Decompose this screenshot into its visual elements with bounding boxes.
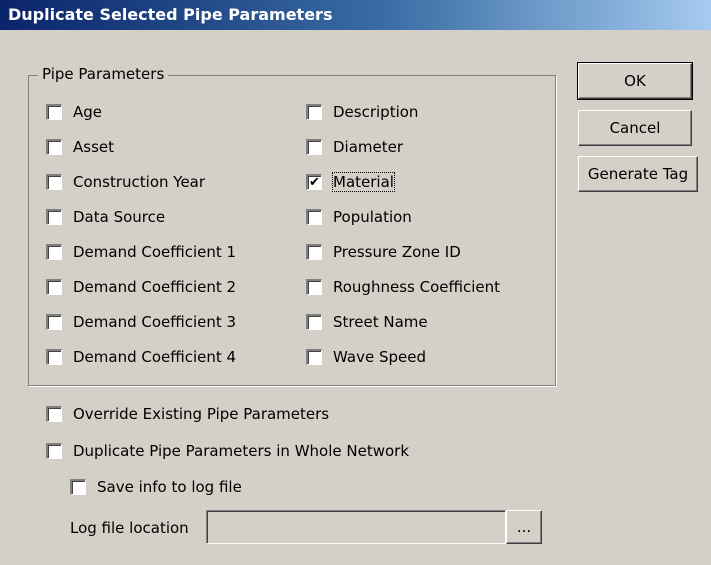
param-checkbox-demand-coefficient-1[interactable]: Demand Coefficient 1: [46, 241, 236, 263]
checkbox-box[interactable]: [306, 279, 322, 295]
save-log-checkbox[interactable]: Save info to log file: [70, 476, 242, 498]
param-label: Material: [332, 172, 395, 192]
browse-button[interactable]: ...: [506, 510, 542, 544]
param-label: Demand Coefficient 1: [73, 243, 237, 261]
pipe-parameters-group-label: Pipe Parameters: [38, 64, 169, 84]
checkbox-box[interactable]: [46, 104, 62, 120]
param-checkbox-construction-year[interactable]: Construction Year: [46, 171, 205, 193]
whole-network-checkbox[interactable]: Duplicate Pipe Parameters in Whole Netwo…: [46, 440, 409, 462]
checkbox-box[interactable]: [46, 209, 62, 225]
checkbox-box[interactable]: [306, 349, 322, 365]
checkbox-box[interactable]: [46, 244, 62, 260]
checkbox-box[interactable]: ✔: [306, 174, 322, 190]
dialog: Duplicate Selected Pipe Parameters Pipe …: [0, 0, 711, 565]
param-label: Construction Year: [73, 173, 206, 191]
checkbox-box[interactable]: [306, 104, 322, 120]
whole-network-label: Duplicate Pipe Parameters in Whole Netwo…: [73, 442, 410, 460]
log-file-location-label: Log file location: [70, 519, 189, 537]
param-checkbox-material[interactable]: ✔ Material: [306, 171, 395, 193]
checkbox-box[interactable]: [306, 209, 322, 225]
dialog-title: Duplicate Selected Pipe Parameters: [0, 0, 711, 30]
log-file-location-field[interactable]: [206, 510, 506, 544]
param-checkbox-diameter[interactable]: Diameter: [306, 136, 403, 158]
checkbox-box[interactable]: [46, 443, 62, 459]
param-label: Description: [333, 103, 419, 121]
param-checkbox-demand-coefficient-2[interactable]: Demand Coefficient 2: [46, 276, 236, 298]
override-existing-label: Override Existing Pipe Parameters: [73, 405, 330, 423]
param-checkbox-demand-coefficient-3[interactable]: Demand Coefficient 3: [46, 311, 236, 333]
param-checkbox-description[interactable]: Description: [306, 101, 418, 123]
param-checkbox-age[interactable]: Age: [46, 101, 102, 123]
checkbox-box[interactable]: [46, 139, 62, 155]
check-mark-icon: ✔: [309, 175, 320, 190]
param-label: Demand Coefficient 2: [73, 278, 237, 296]
checkbox-box[interactable]: [306, 244, 322, 260]
param-label: Street Name: [333, 313, 428, 331]
param-checkbox-wave-speed[interactable]: Wave Speed: [306, 346, 426, 368]
param-checkbox-roughness-coefficient[interactable]: Roughness Coefficient: [306, 276, 500, 298]
pipe-parameters-group: [28, 75, 556, 386]
param-label: Demand Coefficient 3: [73, 313, 237, 331]
param-label: Pressure Zone ID: [333, 243, 461, 261]
checkbox-box[interactable]: [306, 314, 322, 330]
generate-tag-button[interactable]: Generate Tag: [578, 156, 698, 192]
param-checkbox-pressure-zone-id[interactable]: Pressure Zone ID: [306, 241, 461, 263]
ok-button[interactable]: OK: [577, 62, 693, 100]
param-checkbox-data-source[interactable]: Data Source: [46, 206, 165, 228]
param-label: Wave Speed: [333, 348, 426, 366]
param-label: Asset: [73, 138, 115, 156]
param-checkbox-demand-coefficient-4[interactable]: Demand Coefficient 4: [46, 346, 236, 368]
param-label: Demand Coefficient 4: [73, 348, 237, 366]
override-existing-checkbox[interactable]: Override Existing Pipe Parameters: [46, 403, 329, 425]
save-log-label: Save info to log file: [97, 478, 242, 496]
cancel-button[interactable]: Cancel: [578, 110, 692, 146]
checkbox-box[interactable]: [46, 279, 62, 295]
checkbox-box[interactable]: [46, 406, 62, 422]
param-checkbox-street-name[interactable]: Street Name: [306, 311, 428, 333]
param-label: Diameter: [333, 138, 404, 156]
checkbox-box[interactable]: [46, 174, 62, 190]
checkbox-box[interactable]: [46, 349, 62, 365]
checkbox-box[interactable]: [306, 139, 322, 155]
param-checkbox-asset[interactable]: Asset: [46, 136, 114, 158]
checkbox-box[interactable]: [70, 479, 86, 495]
param-label: Data Source: [73, 208, 166, 226]
param-label: Roughness Coefficient: [333, 278, 501, 296]
checkbox-box[interactable]: [46, 314, 62, 330]
param-label: Age: [73, 103, 103, 121]
param-label: Population: [333, 208, 412, 226]
param-checkbox-population[interactable]: Population: [306, 206, 412, 228]
